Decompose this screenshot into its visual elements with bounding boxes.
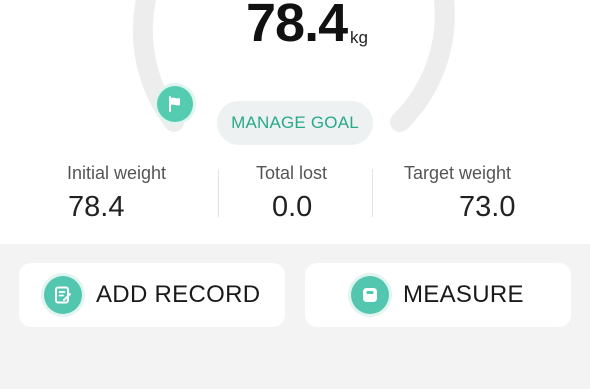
flag-icon	[169, 96, 180, 112]
total-lost-label: Total lost	[256, 163, 328, 183]
stat-divider	[218, 169, 219, 217]
scale-icon	[351, 276, 389, 314]
stat-divider	[372, 169, 373, 217]
target-weight-value: 73.0	[459, 191, 516, 223]
gauge-track-right	[390, 0, 455, 132]
measure-button[interactable]: MEASURE	[305, 263, 571, 327]
weight-unit: kg	[350, 28, 368, 47]
add-record-label: ADD RECORD	[96, 281, 261, 308]
weight-summary-card: 78.4 kg MANAGE GOAL Initial weight 78.4 …	[0, 0, 590, 244]
edit-record-icon	[44, 276, 82, 314]
goal-flag-marker	[157, 86, 193, 122]
current-weight-value: 78.4	[246, 0, 348, 53]
measure-label: MEASURE	[403, 281, 524, 308]
initial-weight-value: 78.4	[68, 191, 125, 223]
target-weight-label: Target weight	[404, 163, 512, 183]
initial-weight-label: Initial weight	[67, 163, 167, 183]
total-lost-value: 0.0	[272, 191, 313, 223]
add-record-button[interactable]: ADD RECORD	[19, 263, 285, 327]
manage-goal-button[interactable]: MANAGE GOAL	[217, 101, 373, 145]
